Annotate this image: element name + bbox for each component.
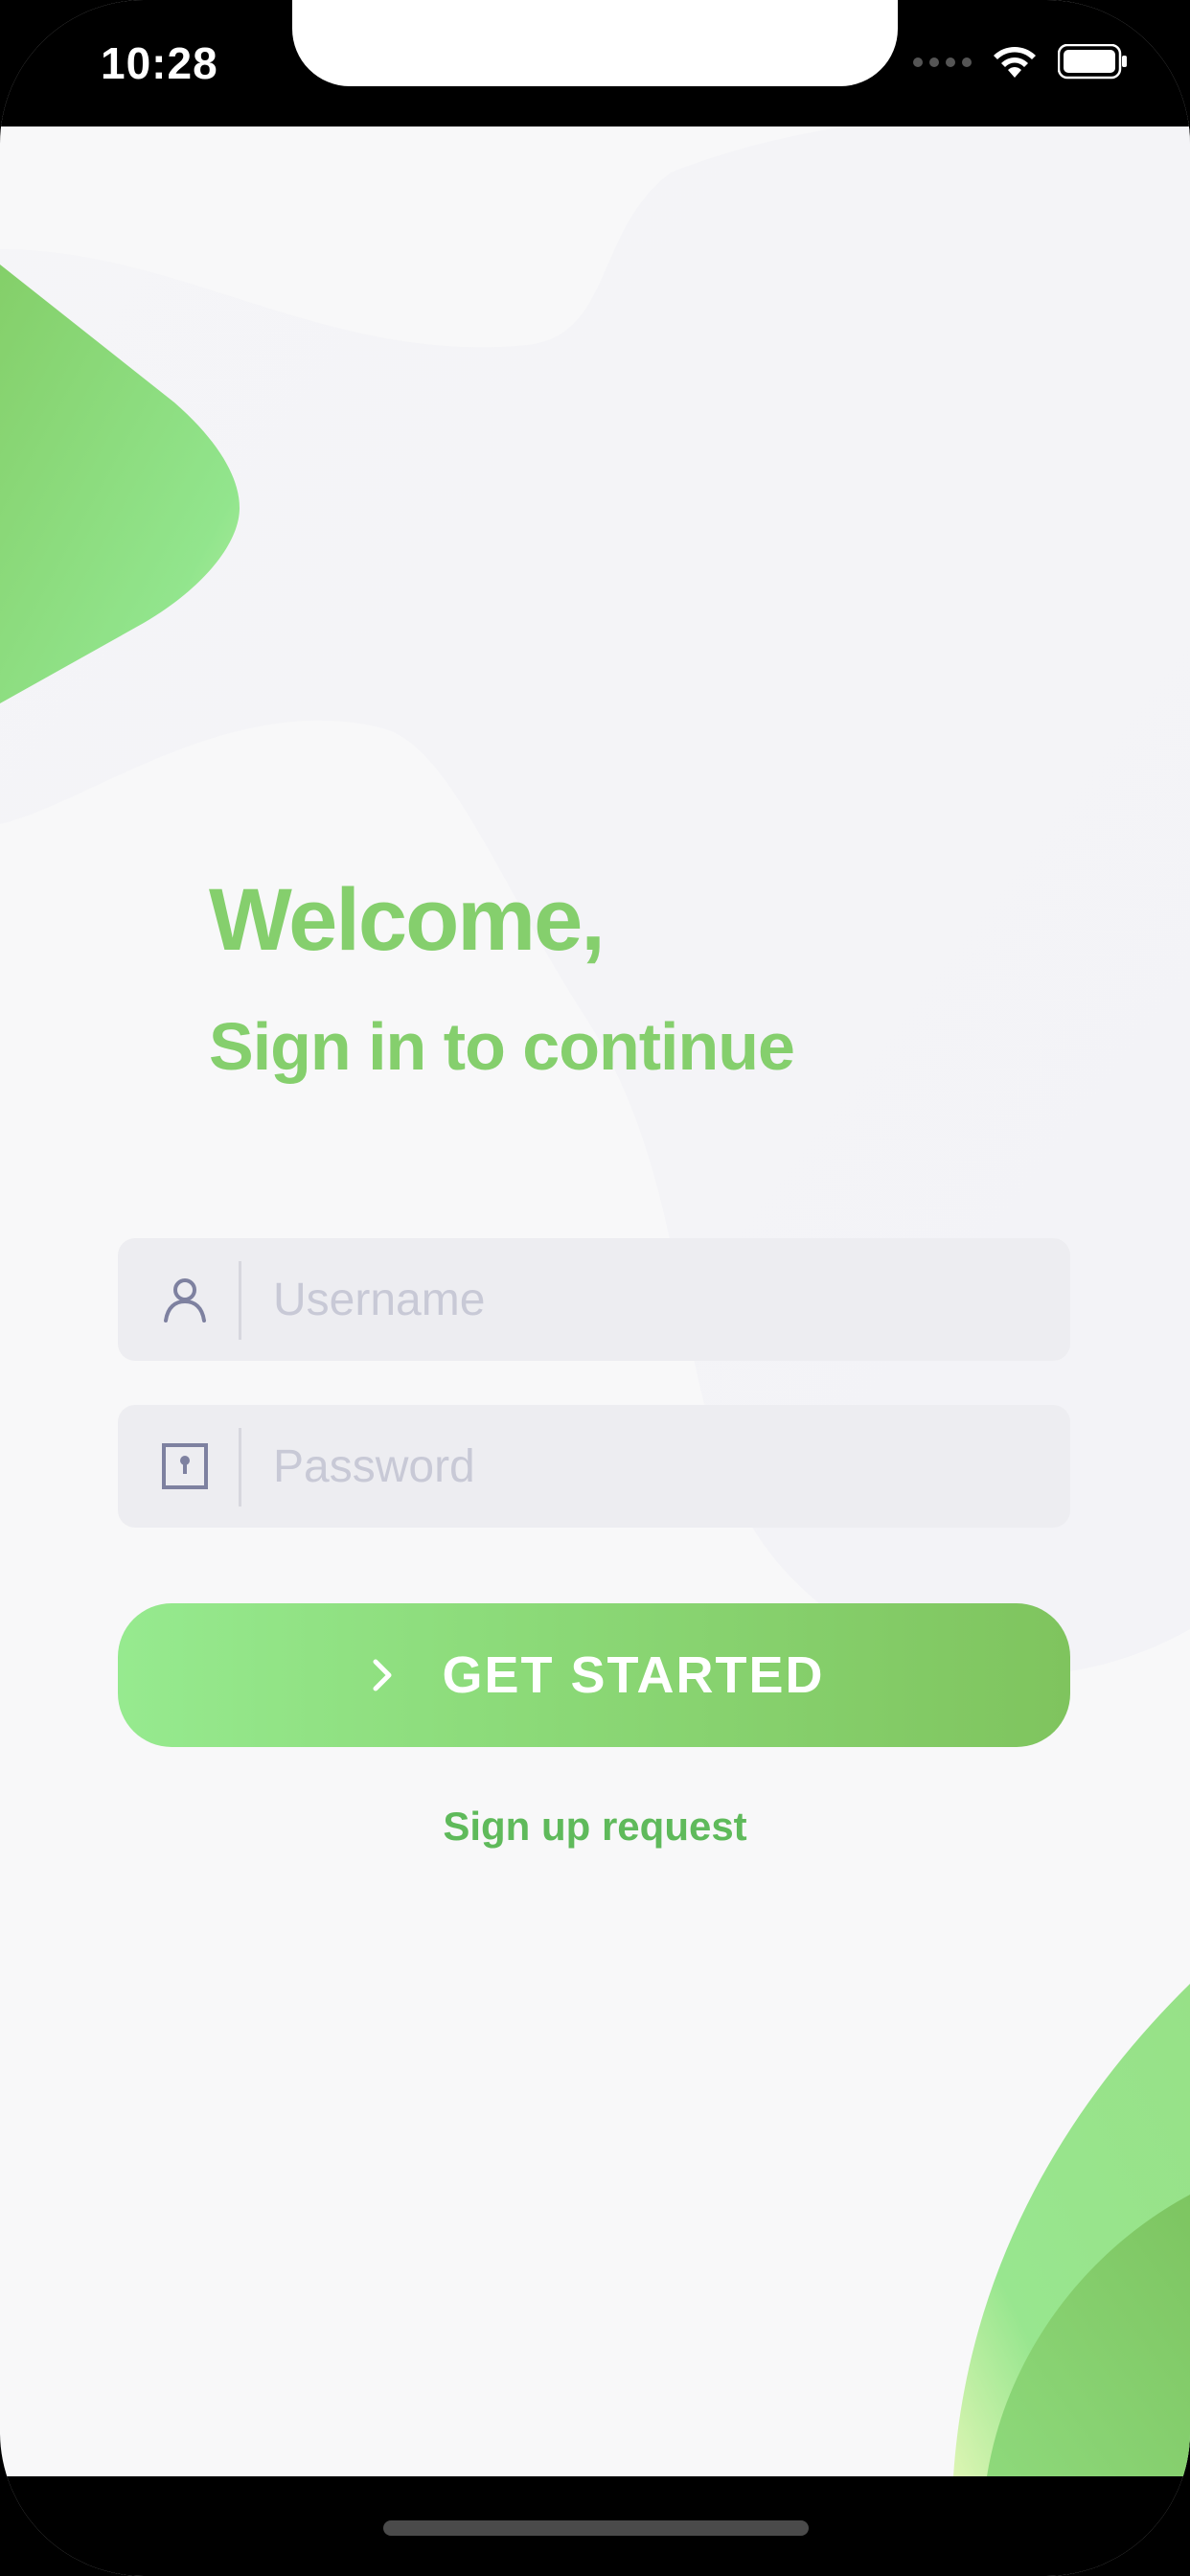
- get-started-button[interactable]: GET STARTED: [118, 1603, 1070, 1747]
- status-icons: [913, 38, 1129, 86]
- password-field[interactable]: [118, 1405, 1070, 1528]
- sign-up-request-link[interactable]: Sign up request: [0, 1804, 1190, 1850]
- notch: [292, 0, 898, 86]
- signal-icon: [913, 58, 972, 67]
- password-input[interactable]: [273, 1426, 1040, 1506]
- home-area: [0, 2476, 1190, 2576]
- sign-in-subtitle: Sign in to continue: [209, 1009, 795, 1084]
- lock-icon: [162, 1443, 208, 1489]
- status-bar: 10:28: [0, 0, 1190, 126]
- username-field[interactable]: [118, 1238, 1070, 1361]
- field-divider: [239, 1261, 241, 1340]
- welcome-title: Welcome,: [209, 871, 606, 969]
- login-screen: 10:28 Welcome, Sign in to continue Usern…: [0, 0, 1190, 2576]
- field-divider: [239, 1428, 241, 1506]
- status-time: 10:28: [101, 38, 218, 88]
- wifi-icon: [994, 47, 1036, 78]
- chevron-right-icon: [373, 1659, 391, 1691]
- home-indicator[interactable]: [383, 2520, 809, 2536]
- phone-frame: 10:28 Welcome, Sign in to continue Usern…: [0, 0, 1190, 2576]
- user-icon: [164, 1278, 206, 1322]
- username-input[interactable]: [273, 1259, 1040, 1340]
- notch-shoulder: [235, 0, 292, 58]
- get-started-label: GET STARTED: [442, 1646, 825, 1704]
- battery-icon: [1058, 44, 1127, 80]
